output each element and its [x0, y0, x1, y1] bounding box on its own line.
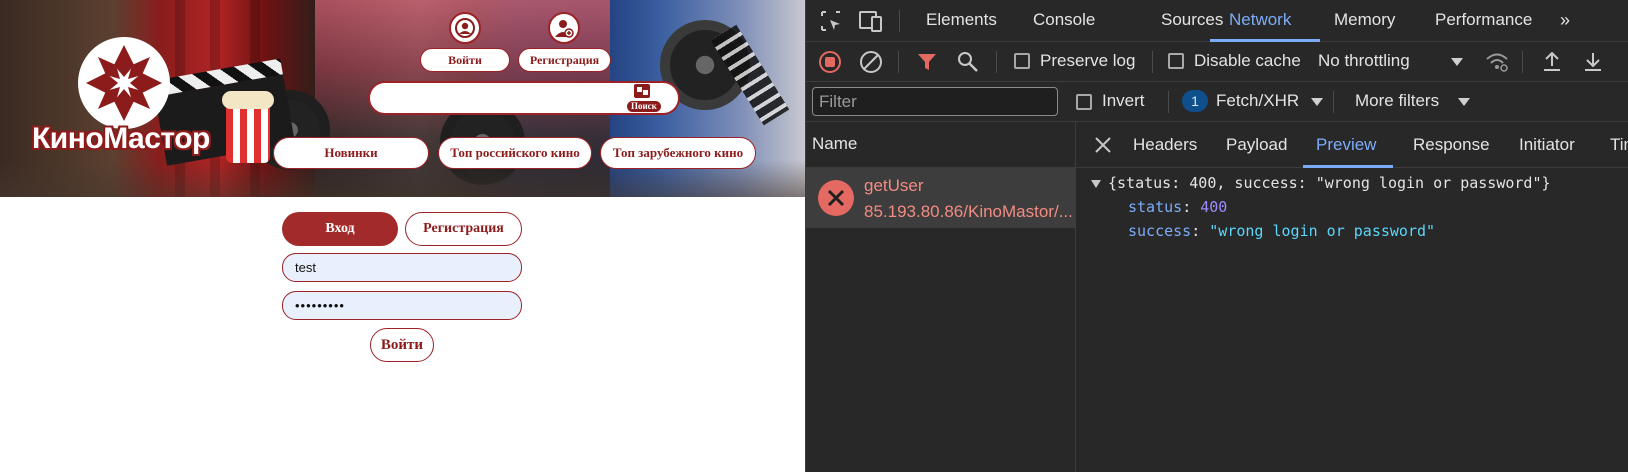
- disable-cache-checkbox[interactable]: [1168, 53, 1184, 69]
- tab-console[interactable]: Console: [1033, 10, 1095, 30]
- logo-emblem-icon: [86, 45, 162, 121]
- tab-memory[interactable]: Memory: [1334, 10, 1395, 30]
- invert-checkbox[interactable]: [1076, 94, 1092, 110]
- add-user-icon: [555, 20, 574, 38]
- chevron-down-icon[interactable]: [1311, 98, 1323, 106]
- preview-value: 400: [1200, 198, 1228, 216]
- more-tabs-icon[interactable]: »: [1560, 10, 1570, 31]
- throttling-select[interactable]: No throttling: [1318, 51, 1410, 71]
- request-detail-pane: Headers Payload Preview Response Initiat…: [1076, 122, 1628, 472]
- password-field[interactable]: •••••••••: [282, 291, 522, 320]
- filter-input[interactable]: Filter: [812, 87, 1058, 116]
- tab-headers[interactable]: Headers: [1133, 135, 1197, 155]
- close-icon[interactable]: [1094, 136, 1112, 154]
- chevron-down-icon[interactable]: [1458, 98, 1470, 106]
- network-conditions-icon[interactable]: [1484, 50, 1510, 74]
- auth-tab-register[interactable]: Регистрация: [405, 212, 522, 246]
- divider: [899, 10, 900, 32]
- header-banner: КиноМастор Войти Регистрация Поиск Новин…: [0, 0, 805, 197]
- login-submit-button[interactable]: Войти: [370, 328, 434, 362]
- divider: [1522, 51, 1523, 73]
- preview-key: status: [1128, 198, 1183, 216]
- preview-field[interactable]: success: "wrong login or password": [1128, 222, 1435, 240]
- tab-payload[interactable]: Payload: [1226, 135, 1287, 155]
- preview-summary[interactable]: {status: 400, success: "wrong login or p…: [1108, 174, 1551, 192]
- invert-label[interactable]: Invert: [1102, 91, 1145, 111]
- search-button-label[interactable]: Поиск: [627, 101, 661, 112]
- divider: [1333, 91, 1334, 113]
- import-har-icon[interactable]: [1541, 50, 1563, 74]
- chevron-down-icon[interactable]: [1451, 58, 1463, 66]
- detail-tab-bar: Headers Payload Preview Response Initiat…: [1076, 122, 1628, 168]
- nav-top-russian[interactable]: Топ российского кино: [438, 137, 592, 169]
- devtools-tab-bar: Elements Console Sources Network Memory …: [806, 0, 1628, 42]
- divider: [1152, 51, 1153, 73]
- network-filter-bar: Filter Invert 1 Fetch/XHR More filters: [806, 82, 1628, 122]
- login-field[interactable]: test: [282, 253, 522, 282]
- more-filters-button[interactable]: More filters: [1355, 91, 1439, 111]
- site-logo[interactable]: [78, 37, 170, 129]
- divider: [1168, 91, 1169, 113]
- active-tab-indicator: [1303, 165, 1393, 168]
- nav-top-foreign[interactable]: Топ зарубежного кино: [600, 137, 756, 169]
- auth-tab-login[interactable]: Вход: [282, 212, 398, 246]
- tab-elements[interactable]: Elements: [926, 10, 997, 30]
- devtools-panel: Elements Console Sources Network Memory …: [805, 0, 1628, 472]
- export-har-icon[interactable]: [1582, 50, 1604, 74]
- user-icon: [455, 18, 475, 38]
- type-filter-select[interactable]: Fetch/XHR: [1216, 91, 1299, 111]
- popcorn-image: [222, 91, 274, 163]
- divider: [996, 51, 997, 73]
- login-avatar-icon[interactable]: [449, 12, 481, 44]
- network-toolbar: Preserve log Disable cache No throttling: [806, 42, 1628, 82]
- type-filter-count-badge: 1: [1182, 90, 1208, 112]
- header-login-button[interactable]: Войти: [420, 48, 510, 72]
- tab-initiator[interactable]: Initiator: [1519, 135, 1575, 155]
- divider: [898, 51, 899, 73]
- inspect-element-icon[interactable]: [819, 9, 843, 33]
- tab-performance[interactable]: Performance: [1435, 10, 1532, 30]
- search-icon[interactable]: [956, 50, 980, 74]
- filter-icon[interactable]: [916, 51, 938, 73]
- tab-preview[interactable]: Preview: [1316, 135, 1376, 155]
- request-name: getUser: [864, 176, 924, 195]
- name-column-header[interactable]: Name: [812, 134, 857, 154]
- site-logo-text[interactable]: КиноМастор: [32, 122, 210, 156]
- clear-icon[interactable]: [859, 50, 883, 74]
- preview-colon: :: [1182, 198, 1201, 216]
- register-avatar-icon[interactable]: [548, 12, 580, 44]
- header-register-button[interactable]: Регистрация: [518, 48, 611, 72]
- device-toolbar-icon[interactable]: [858, 9, 884, 33]
- close-icon: [827, 189, 845, 207]
- preview-field[interactable]: status: 400: [1128, 198, 1227, 216]
- nav-new-releases[interactable]: Новинки: [273, 137, 429, 169]
- tab-timing[interactable]: Tim: [1610, 135, 1628, 155]
- search-icon: [634, 84, 650, 98]
- preview-key: success: [1128, 222, 1192, 240]
- website-viewport: КиноМастор Войти Регистрация Поиск Новин…: [0, 0, 805, 472]
- preserve-log-label[interactable]: Preserve log: [1040, 51, 1135, 71]
- request-row[interactable]: getUser 85.193.80.86/KinoMastor/...: [806, 168, 1076, 228]
- tab-response[interactable]: Response: [1413, 135, 1490, 155]
- tab-sources[interactable]: Sources: [1161, 10, 1223, 30]
- disable-cache-label[interactable]: Disable cache: [1194, 51, 1301, 71]
- request-url: 85.193.80.86/KinoMastor/...: [864, 202, 1073, 221]
- preview-value: "wrong login or password": [1209, 222, 1436, 240]
- expand-triangle-icon[interactable]: [1090, 179, 1102, 189]
- request-list-header: Name: [806, 122, 1076, 168]
- tab-network[interactable]: Network: [1229, 10, 1291, 30]
- preview-colon: :: [1191, 222, 1210, 240]
- preserve-log-checkbox[interactable]: [1014, 53, 1030, 69]
- request-list: Name getUser 85.193.80.86/KinoMastor/...: [806, 122, 1076, 472]
- error-icon: [818, 180, 854, 216]
- stop-recording-icon[interactable]: [818, 50, 842, 74]
